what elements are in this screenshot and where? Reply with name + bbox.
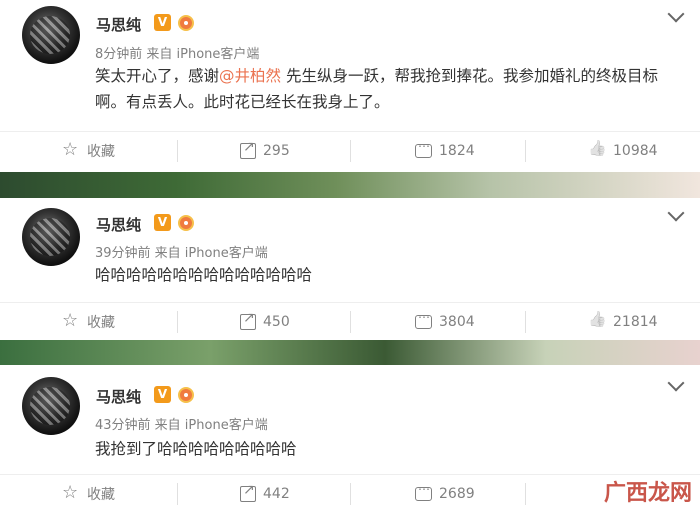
forward-button[interactable]: 295 (240, 132, 290, 170)
verified-badge-icon: V (154, 214, 171, 231)
comment-count: 3804 (439, 314, 475, 330)
weibo-post: 马思纯 V 43分钟前 来自 iPhone客户端 我抢到了哈哈哈哈哈哈哈哈哈 收… (0, 365, 700, 515)
favorite-button[interactable]: 收藏 (62, 475, 115, 513)
forward-count: 442 (263, 486, 290, 502)
divider (525, 483, 526, 505)
action-bar: 收藏 450 3804 21814 (0, 302, 700, 341)
favorite-label: 收藏 (87, 487, 115, 503)
weibo-post: 马思纯 V 39分钟前 来自 iPhone客户端 哈哈哈哈哈哈哈哈哈哈哈哈哈哈 … (0, 198, 700, 340)
post-text-part: 笑太开心了，感谢 (95, 67, 220, 85)
chevron-down-icon[interactable] (667, 204, 685, 222)
forward-count: 450 (263, 314, 290, 330)
forward-button[interactable]: 450 (240, 303, 290, 341)
divider (525, 140, 526, 162)
star-icon (62, 139, 80, 160)
weibo-post: 马思纯 V 8分钟前 来自 iPhone客户端 笑太开心了，感谢@井柏然 先生纵… (0, 0, 700, 172)
thumbs-up-icon (588, 313, 606, 331)
divider (350, 311, 351, 333)
thumbs-up-icon (588, 142, 606, 160)
watermark: 广西龙网 (603, 481, 692, 506)
post-meta: 39分钟前 来自 iPhone客户端 (95, 246, 268, 261)
star-icon (62, 482, 80, 503)
background-photo-strip (0, 340, 700, 365)
post-text: 笑太开心了，感谢@井柏然 先生纵身一跃，帮我抢到捧花。我参加婚礼的终极目标啊。有… (95, 63, 675, 115)
divider (177, 140, 178, 162)
comment-icon (415, 482, 432, 501)
favorite-label: 收藏 (87, 144, 115, 160)
avatar[interactable] (22, 208, 80, 266)
chevron-down-icon[interactable] (667, 374, 685, 392)
chevron-down-icon[interactable] (667, 5, 685, 23)
comment-button[interactable]: 2689 (415, 475, 475, 513)
like-count: 10984 (613, 143, 658, 159)
forward-button[interactable]: 442 (240, 475, 290, 513)
avatar[interactable] (22, 6, 80, 64)
like-count: 21814 (613, 314, 658, 330)
forward-icon (240, 482, 256, 502)
action-bar: 收藏 442 2689 (0, 474, 700, 513)
avatar[interactable] (22, 377, 80, 435)
comment-count: 2689 (439, 486, 475, 502)
forward-icon (240, 139, 256, 159)
background-photo-strip (0, 172, 700, 198)
comment-icon (415, 310, 432, 329)
post-meta: 8分钟前 来自 iPhone客户端 (95, 47, 260, 62)
post-text: 哈哈哈哈哈哈哈哈哈哈哈哈哈哈 (95, 266, 313, 284)
verified-badge-icon: V (154, 14, 171, 31)
comment-button[interactable]: 3804 (415, 303, 475, 341)
username[interactable]: 马思纯 (96, 386, 141, 407)
forward-count: 295 (263, 143, 290, 159)
medal-icon (178, 15, 194, 31)
like-button[interactable]: 10984 (588, 132, 658, 170)
medal-icon (178, 387, 194, 403)
comment-button[interactable]: 1824 (415, 132, 475, 170)
verified-badge-icon: V (154, 386, 171, 403)
divider (350, 483, 351, 505)
mention-link[interactable]: @井柏然 (219, 67, 281, 85)
comment-count: 1824 (439, 143, 475, 159)
comment-icon (415, 139, 432, 158)
divider (350, 140, 351, 162)
post-text: 我抢到了哈哈哈哈哈哈哈哈哈 (95, 440, 297, 458)
divider (177, 311, 178, 333)
favorite-button[interactable]: 收藏 (62, 132, 115, 170)
favorite-button[interactable]: 收藏 (62, 303, 115, 341)
username[interactable]: 马思纯 (96, 14, 141, 35)
post-meta: 43分钟前 来自 iPhone客户端 (95, 418, 268, 433)
medal-icon (178, 215, 194, 231)
forward-icon (240, 310, 256, 330)
like-button[interactable]: 21814 (588, 303, 658, 341)
divider (525, 311, 526, 333)
username[interactable]: 马思纯 (96, 214, 141, 235)
action-bar: 收藏 295 1824 10984 (0, 131, 700, 170)
star-icon (62, 310, 80, 331)
divider (177, 483, 178, 505)
favorite-label: 收藏 (87, 315, 115, 331)
